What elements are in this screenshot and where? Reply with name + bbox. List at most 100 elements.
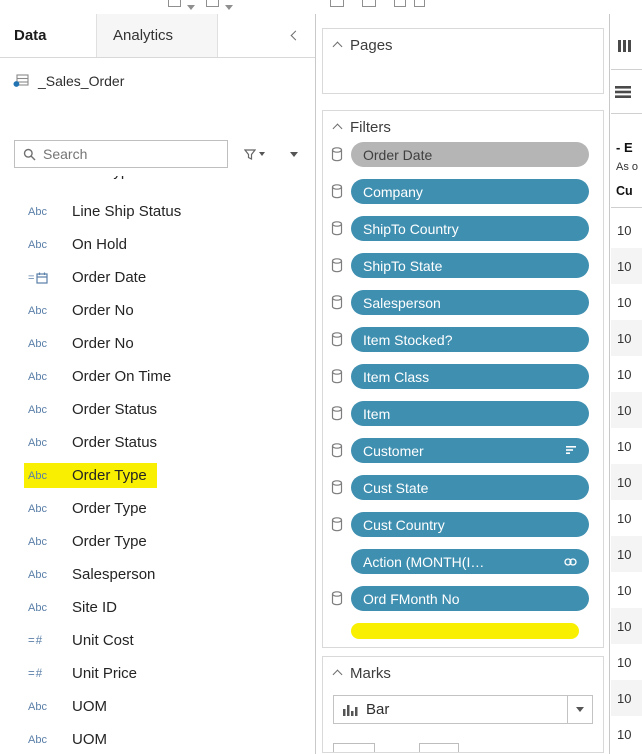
clipped-toolbar-icon[interactable]: [206, 0, 219, 7]
filter-pill-shipto-country[interactable]: ShipTo Country: [351, 216, 589, 241]
sort-filter-icon: [566, 446, 577, 455]
link-icon: [564, 557, 577, 567]
filter-funnel-icon: [244, 149, 256, 160]
filter-pill-row: Item Class: [331, 364, 589, 389]
string-type-icon: Abc: [28, 206, 72, 218]
table-cell: 10: [611, 536, 642, 572]
filter-pill-customer[interactable]: Customer: [351, 438, 589, 463]
clipped-toolbar-icon[interactable]: [414, 0, 425, 7]
field-row[interactable]: Abc Site ID: [0, 591, 315, 624]
string-type-icon: Abc: [28, 569, 72, 581]
chevron-up-icon[interactable]: [333, 124, 343, 134]
pages-title: Pages: [350, 37, 393, 54]
marks-button-fragment[interactable]: [333, 743, 375, 753]
columns-icon: [617, 38, 633, 54]
table-cell: 10: [611, 428, 642, 464]
string-type-icon: Abc: [28, 239, 72, 251]
filter-pill-row: Salesperson: [331, 290, 589, 315]
marks-card[interactable]: Marks Bar: [322, 656, 604, 753]
tableau-workspace: Data Analytics _Sales_Order: [0, 0, 642, 754]
filter-pill-salesperson[interactable]: Salesperson: [351, 290, 589, 315]
filter-pill-item[interactable]: Item: [351, 401, 589, 426]
marks-title: Marks: [350, 665, 391, 682]
pages-shelf[interactable]: Pages: [322, 28, 604, 94]
database-icon: [331, 184, 343, 199]
database-icon: [331, 517, 343, 532]
field-row-highlighted[interactable]: Abc Order Type: [0, 459, 315, 492]
bar-chart-icon: [342, 703, 358, 717]
marks-button-fragment[interactable]: [419, 743, 459, 753]
field-row[interactable]: Abc On Hold: [0, 228, 315, 261]
table-cell: 10: [611, 680, 642, 716]
calculated-number-type-icon: =#: [28, 668, 72, 680]
string-type-icon: Abc: [28, 338, 72, 350]
clipped-toolbar-icon[interactable]: [394, 0, 406, 7]
field-row[interactable]: Abc Line Ship Status: [0, 195, 315, 228]
calculated-date-type-icon: =: [28, 272, 72, 284]
filter-pill-cust-country[interactable]: Cust Country: [351, 512, 589, 537]
chevron-left-icon: [291, 31, 301, 41]
columns-shelf[interactable]: [611, 22, 642, 70]
mark-type-select[interactable]: Bar: [333, 695, 593, 724]
table-cell: 10: [611, 212, 642, 248]
filter-pill-company[interactable]: Company: [351, 179, 589, 204]
filter-pill-cust-state[interactable]: Cust State: [351, 475, 589, 500]
collapse-pane-button[interactable]: [292, 32, 299, 39]
search-input[interactable]: [43, 146, 193, 162]
clipped-toolbar-icon[interactable]: [362, 0, 376, 7]
rows-shelf[interactable]: [611, 70, 642, 114]
filter-pill-row: Item: [331, 401, 589, 426]
database-icon: [331, 443, 343, 458]
field-row[interactable]: Abc Order Status: [0, 426, 315, 459]
field-row[interactable]: =# Unit Price: [0, 657, 315, 690]
tab-data[interactable]: Data: [0, 14, 96, 57]
table-cell: 10: [611, 716, 642, 752]
chevron-down-icon[interactable]: [187, 5, 195, 10]
chevron-up-icon[interactable]: [333, 670, 343, 680]
field-row[interactable]: = Order Date: [0, 261, 315, 294]
filter-pill-row: Ord FMonth No: [331, 586, 589, 611]
calculated-number-type-icon: =#: [28, 635, 72, 647]
field-row[interactable]: Abc Order No: [0, 294, 315, 327]
chevron-down-icon[interactable]: [225, 5, 233, 10]
field-row[interactable]: Abc Salesperson: [0, 558, 315, 591]
mark-type-dropdown-button[interactable]: [567, 696, 592, 723]
field-row[interactable]: Abc Order On Time: [0, 360, 315, 393]
clipped-toolbar-icon[interactable]: [330, 0, 344, 7]
filter-pill-row: Cust Country: [331, 512, 589, 537]
header-divider: [611, 207, 642, 208]
filter-pill-action-month[interactable]: Action (MONTH(I…: [351, 549, 589, 574]
chevron-up-icon[interactable]: [333, 42, 343, 52]
field-row[interactable]: Abc Order Type: [0, 492, 315, 525]
database-icon: [331, 480, 343, 495]
field-row[interactable]: Abc Order No: [0, 327, 315, 360]
tab-analytics[interactable]: Analytics: [96, 14, 218, 57]
filter-pill-shipto-state[interactable]: ShipTo State: [351, 253, 589, 278]
string-type-icon: Abc: [28, 470, 72, 482]
filter-pill-row: Action (MONTH(I…: [331, 549, 589, 574]
field-row[interactable]: Abc UOM: [0, 723, 315, 754]
filter-pill-item-class[interactable]: Item Class: [351, 364, 589, 389]
view-area: - E As o Cu 10 10 10 10 10 10 10 10 10 1…: [611, 14, 642, 754]
string-type-icon: Abc: [28, 701, 72, 713]
string-type-icon: Abc: [28, 602, 72, 614]
field-row[interactable]: Abc Order Type: [0, 525, 315, 558]
sheet-subtitle-fragment: As o: [616, 161, 638, 173]
view-options-button[interactable]: [278, 140, 310, 168]
field-row[interactable]: Abc UOM: [0, 690, 315, 723]
string-type-icon: Abc: [28, 404, 72, 416]
database-icon: [331, 332, 343, 347]
filter-pill-order-date[interactable]: Order Date: [351, 142, 589, 167]
datasource-row[interactable]: _Sales_Order: [0, 58, 315, 104]
data-pane: Data Analytics _Sales_Order: [0, 14, 316, 754]
table-cell: 10: [611, 644, 642, 680]
clipped-toolbar-icon[interactable]: [168, 0, 181, 7]
field-row[interactable]: =# Unit Cost: [0, 624, 315, 657]
filter-pill-item-stocked[interactable]: Item Stocked?: [351, 327, 589, 352]
database-icon: [331, 221, 343, 236]
filter-pill-ord-fmonth-no[interactable]: Ord FMonth No: [351, 586, 589, 611]
filters-shelf[interactable]: Filters Order Date Company ShipTo Countr…: [322, 110, 604, 648]
field-filter-button[interactable]: [238, 140, 270, 168]
field-row[interactable]: Abc Item Type: [0, 176, 315, 195]
field-row[interactable]: Abc Order Status: [0, 393, 315, 426]
